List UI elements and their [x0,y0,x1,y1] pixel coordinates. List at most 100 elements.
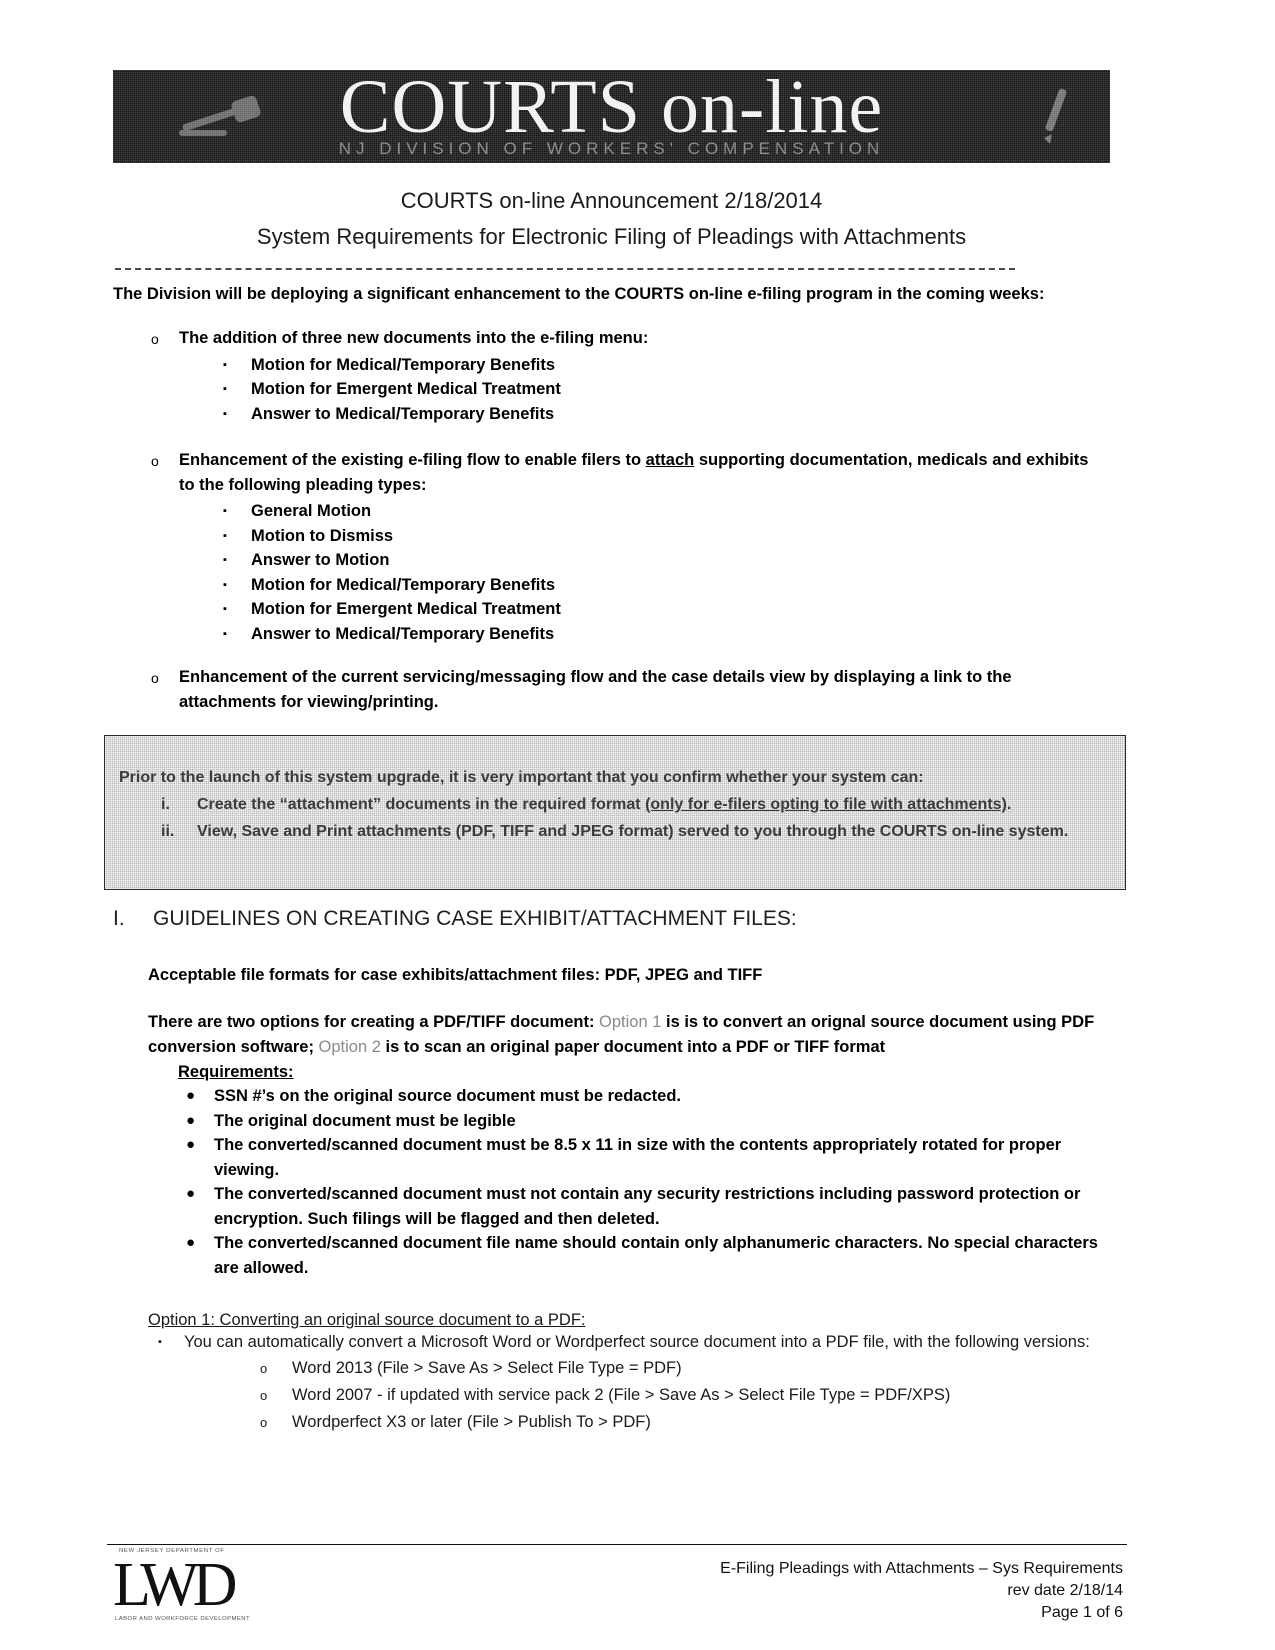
footer-info: E-Filing Pleadings with Attachments – Sy… [720,1558,1123,1624]
document-page: COURTS on-line NJ DIVISION OF WORKERS' C… [0,0,1275,1650]
list-item-label: Motion for Emergent Medical Treatment [251,600,561,618]
list-item: ▪ Answer to Medical/Temporary Benefits [179,402,1098,427]
callout-item-before: View, Save and Print attachments (PDF, T… [197,823,1069,840]
circle-bullet-icon: o [151,453,159,469]
list-item: ▪ Motion for Medical/Temporary Benefits [179,353,1098,378]
list-item-label: Answer to Medical/Temporary Benefits [251,404,555,423]
sub-bullet-list-1: ▪ Motion for Medical/Temporary Benefits … [179,353,1098,427]
footer-page-number: Page 1 of 6 [1041,1604,1123,1621]
attach-underlined-word: attach [645,451,695,469]
circle-bullet-icon: o [151,670,159,686]
list-item: ▪ Motion for Emergent Medical Treatment [179,377,1098,402]
bullet-list-1: o The addition of three new documents in… [113,326,1098,426]
list-item-label: Wordperfect X3 or later (File > Publish … [292,1412,651,1431]
footer-divider [107,1544,1127,1545]
list-item-label: The original document must be legible [214,1111,516,1130]
callout-item-underlined: (only for e-filers opting to file with a… [645,796,1007,813]
requirements-label: Requirements: [178,1063,294,1081]
square-bullet-icon: ▪ [223,603,227,615]
list-item-label: The converted/scanned document file name… [214,1234,1098,1277]
list-item-label-before: Enhancement of the existing e-filing flo… [179,451,646,469]
requirements-list: ● SSN #’s on the original source documen… [148,1084,1123,1280]
square-bullet-icon: ▪ [223,383,227,395]
title-divider [115,268,1015,270]
list-item-label: Motion for Medical/Temporary Benefits [251,355,556,374]
circle-bullet-icon: o [151,331,159,347]
list-item-label: SSN #’s on the original source document … [214,1087,681,1105]
option-1-content: ▪ You can automatically convert a Micros… [148,1330,1103,1436]
list-item-label: The converted/scanned document must be 8… [214,1136,1062,1179]
section-1-heading: I. GUIDELINES ON CREATING CASE EXHIBIT/AT… [113,907,1103,931]
banner-subtitle: NJ DIVISION OF WORKERS' COMPENSATION [338,139,885,158]
list-item: o Enhancement of the current servicing/m… [113,665,1083,714]
list-item: ● SSN #’s on the original source documen… [148,1084,1123,1109]
list-item-label: You can automatically convert a Microsof… [184,1333,1090,1351]
list-item-label: Motion for Medical/Temporary Benefits [251,575,556,594]
section-title: GUIDELINES ON CREATING CASE EXHIBIT/ATTA… [153,907,797,930]
two-options-paragraph: There are two options for creating a PDF… [148,1010,1113,1059]
section-number: I. [113,907,125,930]
circle-bullet-icon: o [260,1414,268,1430]
intro-paragraph: The Division will be deploying a signifi… [113,285,1045,303]
bullet-group-2: o Enhancement of the existing e-filing f… [113,448,1098,646]
dot-bullet-icon: ● [186,1234,196,1251]
option-2-ghost-label: Option 2 [318,1037,381,1056]
square-bullet-icon: ▪ [223,627,227,640]
footer-rev-date: rev date 2/18/14 [1007,1582,1123,1599]
option-1-version-list: o Word 2013 (File > Save As > Select Fil… [148,1355,1103,1436]
list-item-label: The addition of three new documents into… [179,329,649,347]
list-item: o Wordperfect X3 or later (File > Publis… [148,1409,1103,1436]
list-item: i. Create the “attachment” documents in … [119,791,1111,818]
list-item: ▪ Answer to Motion [179,548,1098,573]
requirements-list-wrapper: ● SSN #’s on the original source documen… [148,1084,1123,1280]
bullet-list-2: o Enhancement of the existing e-filing f… [113,448,1098,646]
footer-doc-title: E-Filing Pleadings with Attachments – Sy… [720,1560,1123,1577]
list-item: ● The converted/scanned document must be… [148,1133,1123,1182]
dot-bullet-icon: ● [186,1185,196,1202]
bullet-list-3: o Enhancement of the current servicing/m… [113,665,1083,714]
important-callout-box: Prior to the launch of this system upgra… [104,735,1126,890]
list-item-label: Word 2013 (File > Save As > Select File … [292,1358,682,1377]
option-1-heading: Option 1: Converting an original source … [148,1311,586,1329]
acceptable-formats-line: Acceptable file formats for case exhibit… [148,966,763,984]
square-bullet-icon: ▪ [223,554,227,566]
square-bullet-icon: ▪ [223,529,227,542]
list-item-label: Motion for Emergent Medical Treatment [251,380,561,398]
list-item-label: The converted/scanned document must not … [214,1185,1081,1228]
list-item-label: Answer to Medical/Temporary Benefits [251,624,555,643]
list-item-label: General Motion [251,502,372,520]
list-item-label: Word 2007 - if updated with service pack… [292,1385,951,1404]
options-text-3: is to scan an original paper document in… [380,1037,886,1056]
circle-bullet-icon: o [260,1387,268,1403]
roman-numeral: i. [161,796,170,813]
square-bullet-icon: ▪ [223,578,227,591]
sub-bullet-list-2: ▪ General Motion ▪ Motion to Dismiss ▪ A… [179,499,1098,646]
list-item-label: Enhancement of the current servicing/mes… [179,668,1012,711]
list-item: o Enhancement of the existing e-filing f… [113,448,1098,646]
list-item: o Word 2013 (File > Save As > Select Fil… [148,1355,1103,1382]
bullet-group-1: o The addition of three new documents in… [113,326,1098,426]
list-item: ● The original document must be legible [148,1109,1123,1134]
list-item: ▪ Answer to Medical/Temporary Benefits [179,622,1098,647]
option-1-bullet-list: ▪ You can automatically convert a Micros… [148,1330,1103,1355]
square-bullet-icon: ▪ [223,505,227,517]
dot-bullet-icon: ● [186,1087,196,1104]
list-item: ▪ You can automatically convert a Micros… [148,1330,1103,1355]
lwd-logo: NEW JERSEY DEPARTMENT OF LWD LABOR AND W… [113,1548,298,1636]
list-item: o Word 2007 - if updated with service pa… [148,1382,1103,1409]
courts-online-banner: COURTS on-line NJ DIVISION OF WORKERS' C… [113,70,1110,163]
pen-icon [1044,88,1067,144]
dot-bullet-icon: ● [186,1111,196,1129]
dot-bullet-icon: ● [186,1136,196,1153]
roman-numeral: ii. [161,823,175,840]
square-bullet-icon: ▪ [223,407,227,420]
options-text-1: There are two options for creating a PDF… [148,1013,600,1031]
list-item: ● The converted/scanned document must no… [148,1182,1123,1231]
callout-item-after: . [1006,796,1012,813]
list-item-label: Answer to Motion [251,551,390,569]
list-item-label: Motion to Dismiss [251,526,394,545]
square-bullet-icon: ▪ [158,1336,162,1348]
list-item: ▪ Motion to Dismiss [179,524,1098,549]
logo-bottom-text: LABOR AND WORKFORCE DEVELOPMENT [115,1616,251,1622]
announcement-title: COURTS on-line Announcement 2/18/2014 [400,188,823,213]
